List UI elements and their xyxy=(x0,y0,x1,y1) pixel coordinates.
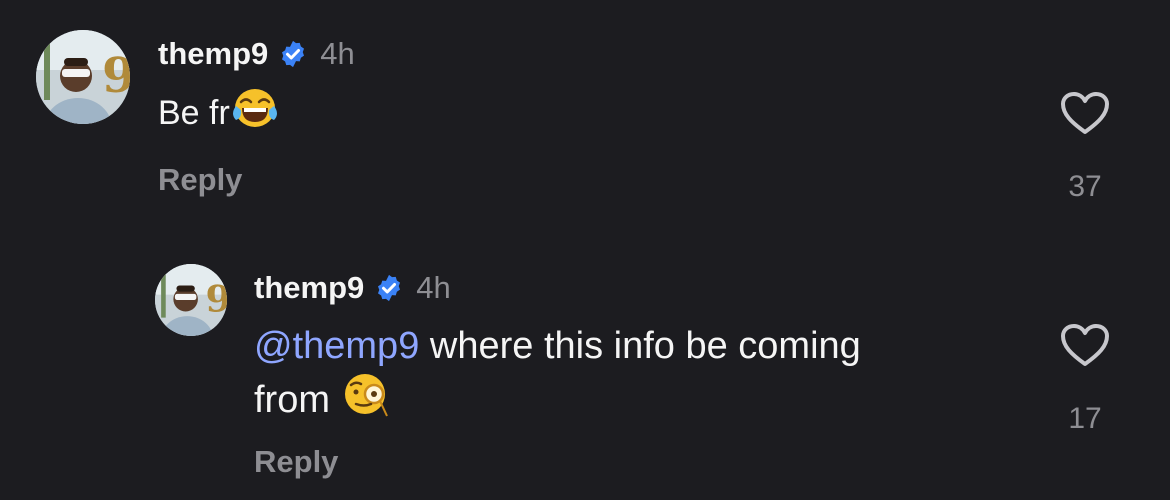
username[interactable]: themp9 xyxy=(254,270,364,306)
heart-icon[interactable] xyxy=(1059,90,1111,136)
face-with-monocle-icon xyxy=(341,370,391,418)
like-control: 17 xyxy=(1055,322,1115,436)
svg-text:9: 9 xyxy=(102,48,130,104)
comment-text-line: @themp9 where this info be coming xyxy=(254,322,1014,370)
comment-header: themp9 4h xyxy=(158,32,355,76)
avatar[interactable]: 9 xyxy=(36,30,130,124)
verified-badge-icon xyxy=(278,39,308,69)
svg-text:9: 9 xyxy=(206,276,227,320)
comment-text-content: Be fr xyxy=(158,94,230,132)
comment-text-content: from xyxy=(254,379,341,421)
like-count: 37 xyxy=(1068,170,1102,203)
comment-text: Be fr xyxy=(158,86,280,137)
heart-icon[interactable] xyxy=(1059,322,1111,368)
comment-thread: 9 themp9 4h Be fr Reply 37 themp9 4h @th… xyxy=(0,0,1170,500)
avatar-image: 9 xyxy=(36,30,130,124)
reply-button[interactable]: Reply xyxy=(158,162,242,198)
comment-text: @themp9 where this info be coming from xyxy=(254,322,1014,424)
comment-text-line: from xyxy=(254,370,1014,424)
like-count: 17 xyxy=(1068,402,1102,435)
verified-badge-icon xyxy=(374,273,404,303)
timestamp: 4h xyxy=(416,270,451,305)
username[interactable]: themp9 xyxy=(158,36,268,72)
comment-text-content: where this info be coming xyxy=(419,325,861,367)
comment-header: themp9 4h xyxy=(254,266,451,310)
reply-button[interactable]: Reply xyxy=(254,444,338,480)
mention-link[interactable]: @themp9 xyxy=(254,325,419,367)
face-with-tears-of-joy-icon xyxy=(230,86,280,130)
avatar-image: 9 xyxy=(155,264,227,336)
timestamp: 4h xyxy=(320,36,355,71)
avatar[interactable]: 9 xyxy=(155,264,227,336)
like-control: 37 xyxy=(1055,90,1115,204)
